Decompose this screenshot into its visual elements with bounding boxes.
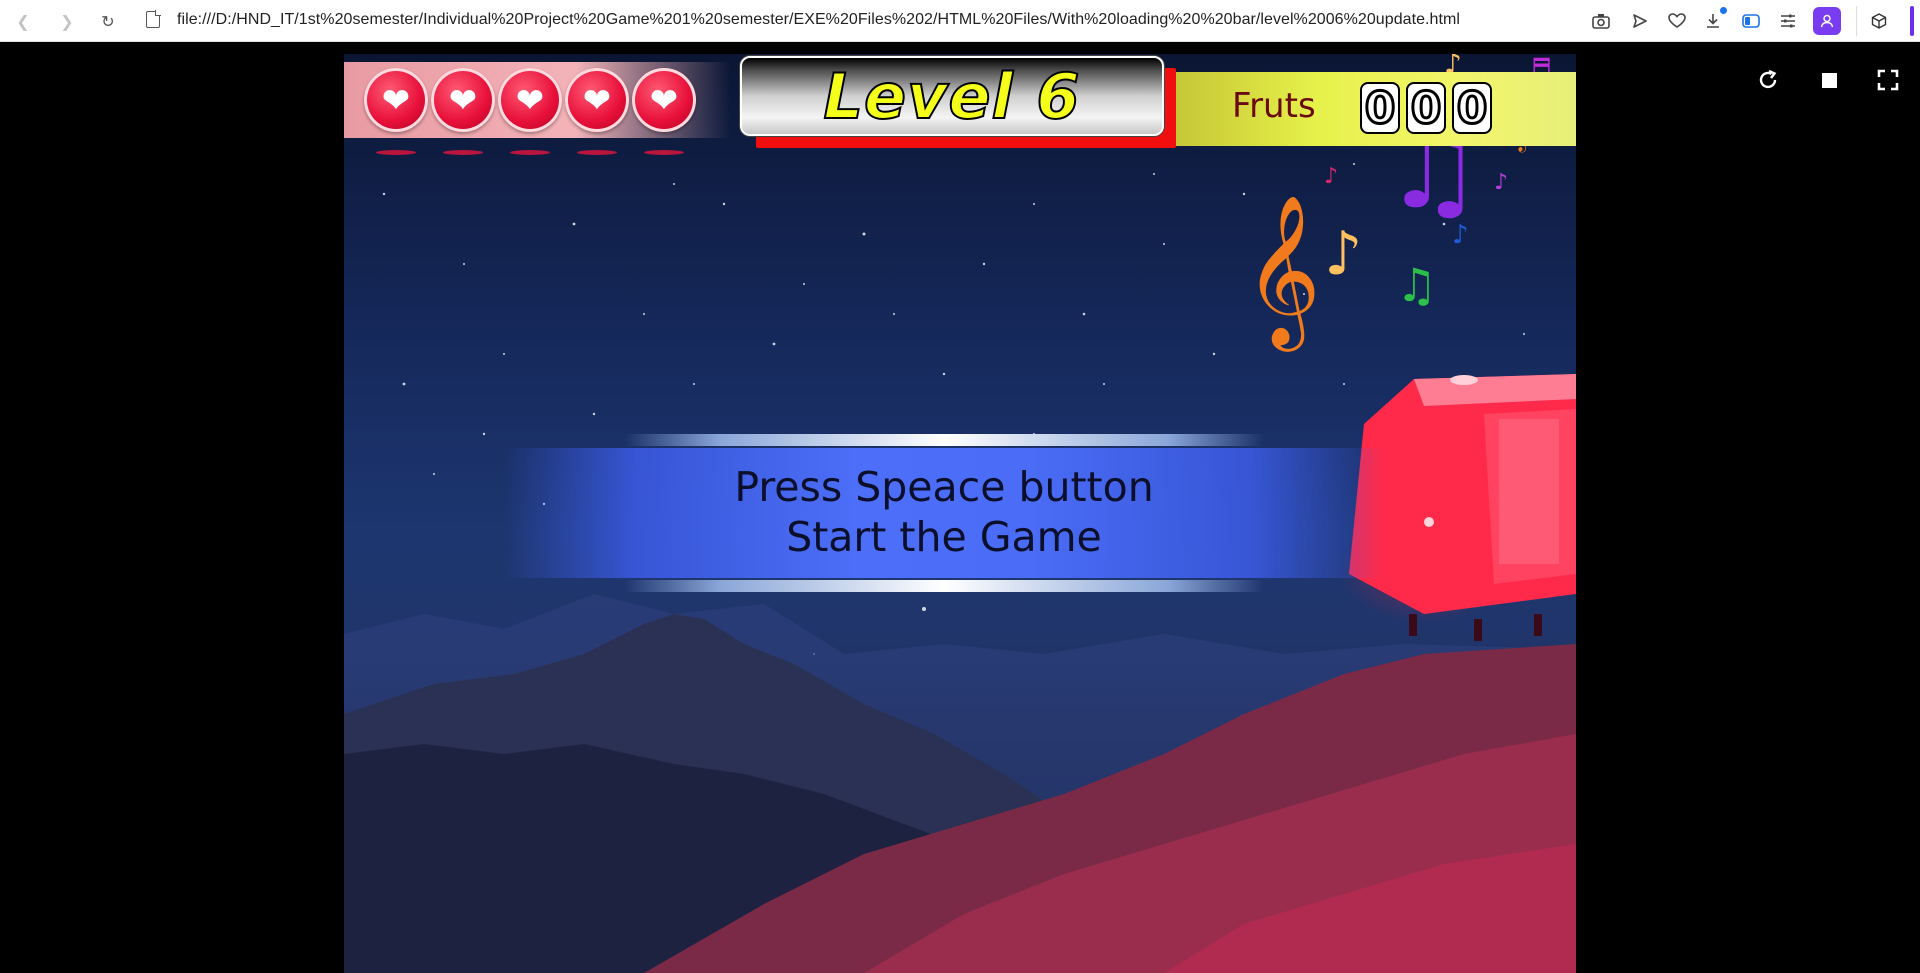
music-note-icon: ♪ bbox=[1494, 170, 1509, 195]
heart-shadow bbox=[644, 150, 684, 155]
chevron-left-icon[interactable]: ❮ bbox=[8, 6, 38, 36]
heart-shadow bbox=[376, 150, 416, 155]
heart-icon[interactable] bbox=[1664, 8, 1690, 34]
game-canvas[interactable]: 𝄞 ♪ ♫ ♫ ♪ ♫ ♬ ♪ ♪ ♪ ♪ 𝄞 ❤ ❤ ❤ ❤ ❤ Level … bbox=[344, 54, 1576, 973]
start-prompt: Press Speace button Start the Game bbox=[504, 452, 1384, 572]
fullscreen-icon[interactable] bbox=[1872, 64, 1904, 96]
life-heart: ❤ bbox=[364, 68, 428, 132]
life-heart: ❤ bbox=[632, 68, 696, 132]
music-note-icon: ♪ bbox=[1324, 219, 1363, 289]
reload-icon[interactable]: ↻ bbox=[93, 6, 123, 36]
level-title: Level 6 bbox=[823, 59, 1081, 134]
music-note-icon: ♫ bbox=[1396, 258, 1438, 312]
reload-icon[interactable] bbox=[1752, 64, 1784, 96]
sliders-icon[interactable] bbox=[1775, 8, 1801, 34]
heart-shadow bbox=[510, 150, 550, 155]
life-heart: ❤ bbox=[498, 68, 562, 132]
heart-shadow bbox=[577, 150, 617, 155]
heart-icon: ❤ bbox=[582, 81, 612, 121]
fruit-counter-digit: 0 bbox=[1406, 81, 1446, 135]
heart-icon: ❤ bbox=[515, 81, 545, 121]
fruits-label: Fruts bbox=[1232, 86, 1316, 126]
fruit-counter-digit: 0 bbox=[1452, 81, 1492, 135]
banner-bottom-bar bbox=[624, 580, 1264, 592]
download-badge bbox=[1720, 7, 1727, 14]
address-bar[interactable]: file:///D:/HND_IT/1st%20semester/Individ… bbox=[177, 11, 1460, 29]
browser-toolbar: ❮ ❯ ↻ file:///D:/HND_IT/1st%20semester/I… bbox=[0, 0, 1920, 42]
heart-icon: ❤ bbox=[381, 81, 411, 121]
banner-top-bar bbox=[624, 434, 1264, 446]
heart-shadow bbox=[443, 150, 483, 155]
start-prompt-line-2: Start the Game bbox=[786, 513, 1102, 561]
toolbar-divider bbox=[1856, 6, 1857, 36]
fruit-counter-digit: 0 bbox=[1360, 81, 1400, 135]
sidebar-rail bbox=[1910, 6, 1914, 36]
life-heart: ❤ bbox=[565, 68, 629, 132]
chevron-right-icon[interactable]: ❯ bbox=[52, 6, 82, 36]
heart-icon: ❤ bbox=[448, 81, 478, 121]
heart-icon: ❤ bbox=[649, 81, 679, 121]
life-heart: ❤ bbox=[431, 68, 495, 132]
music-note-icon: ♪ bbox=[1452, 220, 1469, 250]
stop-icon[interactable] bbox=[1813, 64, 1845, 96]
file-icon bbox=[146, 10, 161, 28]
start-prompt-line-1: Press Speace button bbox=[734, 463, 1154, 511]
camera-icon[interactable] bbox=[1588, 8, 1614, 34]
cube-icon[interactable] bbox=[1866, 8, 1892, 34]
sidebar-toggle-icon[interactable] bbox=[1738, 8, 1764, 34]
treble-clef-icon: 𝄞 bbox=[1244, 193, 1321, 345]
person-icon[interactable] bbox=[1813, 7, 1841, 35]
music-note-icon: ♪ bbox=[1324, 164, 1339, 189]
send-icon[interactable] bbox=[1627, 8, 1653, 34]
